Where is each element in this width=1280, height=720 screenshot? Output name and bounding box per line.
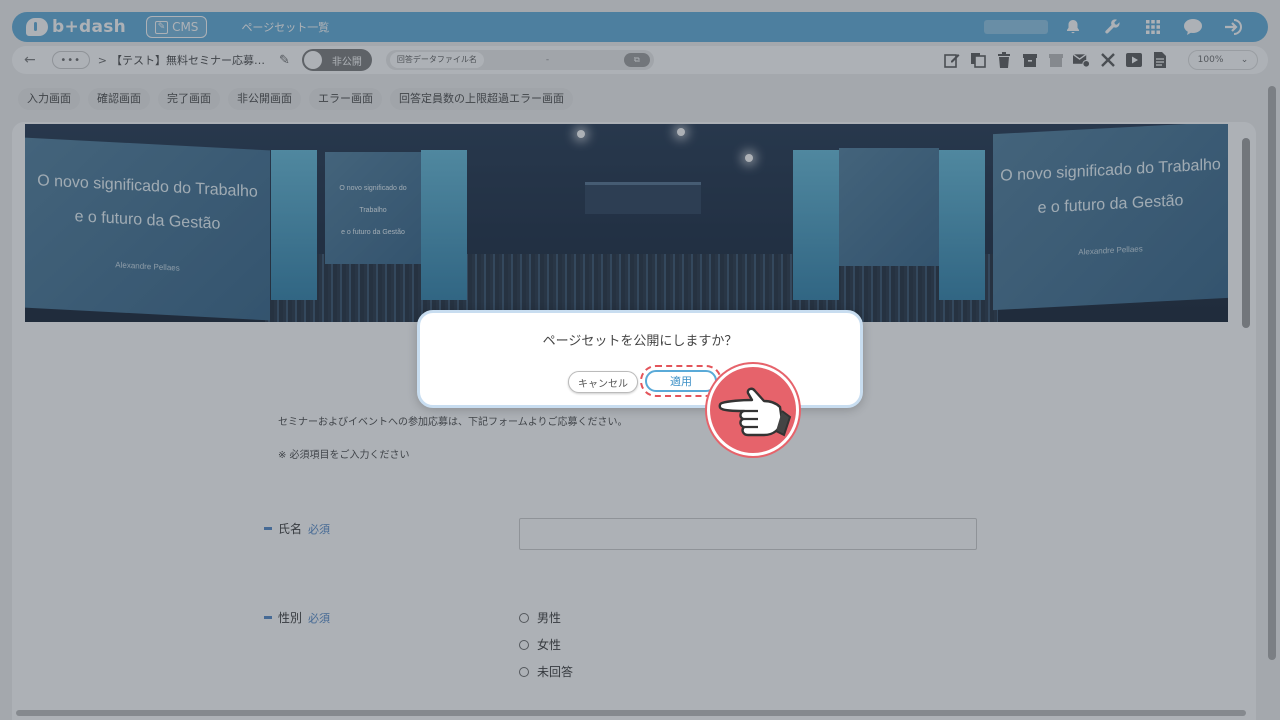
- apply-button[interactable]: 適用: [645, 370, 717, 392]
- pointing-hand-icon: [707, 364, 799, 456]
- dialog-message: ページセットを公開にしますか？: [542, 334, 738, 349]
- cancel-button[interactable]: キャンセル: [568, 371, 638, 393]
